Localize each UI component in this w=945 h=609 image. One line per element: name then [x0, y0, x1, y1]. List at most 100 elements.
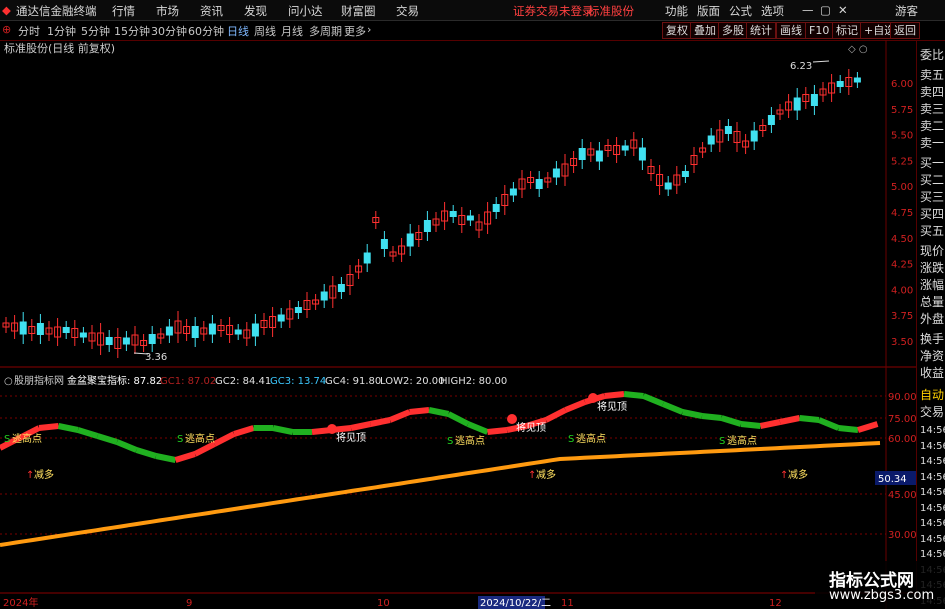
menu-wealth[interactable]: 财富圈: [341, 3, 376, 19]
side-item-outer[interactable]: 外盘: [920, 310, 944, 327]
high-pointer: [812, 60, 830, 63]
indicator-gc4: GC4: 91.80: [325, 376, 381, 387]
draw-button[interactable]: 画线: [776, 22, 806, 39]
indicator-gc3: GC3: 13.74: [270, 376, 326, 387]
side-item-earnings[interactable]: 收益: [920, 364, 944, 381]
side-item-sell5[interactable]: 卖五: [920, 66, 944, 83]
side-trade-time: 14:56: [920, 518, 945, 529]
indicator-signal-segment: [681, 409, 703, 419]
toolbar-left-icon[interactable]: ⊕: [2, 23, 11, 36]
candle-body: [105, 337, 113, 345]
indicator-axis-label: 45.00: [888, 490, 916, 501]
back-button[interactable]: 返回: [890, 22, 920, 39]
price-label: 3.50: [891, 337, 913, 348]
side-item-buy3[interactable]: 买三: [920, 188, 944, 205]
side-trade-time: 14:56: [920, 425, 945, 436]
side-item-buy1[interactable]: 买一: [920, 154, 944, 171]
stats-button[interactable]: 统计: [746, 22, 776, 39]
candle-body: [681, 171, 689, 177]
side-trade-time: 14:56: [920, 502, 945, 514]
guest-label[interactable]: 游客: [895, 3, 918, 19]
close-icon[interactable]: ✕: [838, 3, 848, 17]
side-item-volume[interactable]: 总量: [920, 293, 944, 310]
restore-icon[interactable]: ▢: [820, 3, 831, 17]
menu-markets[interactable]: 市场: [156, 3, 179, 19]
menu-market[interactable]: 行情: [112, 3, 135, 19]
indicator-signal-segment: [272, 425, 294, 435]
indicator-signal-segment: [155, 453, 177, 463]
date-label-10: 10: [377, 598, 390, 609]
menu-options[interactable]: 选项: [761, 3, 784, 19]
side-trade-tab[interactable]: 交易: [920, 403, 944, 420]
menu-news[interactable]: 资讯: [200, 3, 223, 19]
indicator-gc2: GC2: 84.41: [215, 376, 271, 387]
tab-60min[interactable]: 60分钟: [188, 23, 224, 39]
period-toolbar: ⊕ 分时 1分钟 5分钟 15分钟 30分钟 60分钟 日线 周线 月线 多周期…: [0, 21, 945, 41]
app-logo-icon: ◆: [2, 3, 11, 17]
tab-more[interactable]: 更多: [344, 23, 366, 39]
mark-button[interactable]: 标记: [832, 22, 862, 39]
chevron-right-icon[interactable]: ›: [367, 23, 371, 36]
tab-weekly[interactable]: 周线: [254, 23, 276, 39]
escape-s-icon: S: [568, 434, 574, 445]
indicator-signal-segment: [604, 391, 625, 399]
chart-area[interactable]: 标准股份(日线 前复权) ◇ ○ 6.00 5.75 5.50 5.25 5.00 4.7…: [0, 40, 916, 609]
candle-body: [337, 284, 345, 292]
indicator-signal-segment: [38, 423, 59, 431]
side-item-turnover[interactable]: 换手: [920, 330, 944, 347]
minimize-icon[interactable]: —: [802, 3, 814, 17]
menu-ask[interactable]: 问小达: [288, 3, 323, 19]
f10-button[interactable]: F10: [805, 22, 834, 39]
side-item-price[interactable]: 现价: [920, 242, 944, 259]
candle-body: [578, 148, 586, 160]
side-item-buy4[interactable]: 买四: [920, 205, 944, 222]
menu-formula[interactable]: 公式: [729, 3, 752, 19]
menu-trade[interactable]: 交易: [396, 3, 419, 19]
side-item-net-assets[interactable]: 净资: [920, 347, 944, 364]
tab-multi-period[interactable]: 多周期: [309, 23, 342, 39]
tab-30min[interactable]: 30分钟: [151, 23, 187, 39]
side-item-sell2[interactable]: 卖二: [920, 117, 944, 134]
candle-body: [707, 135, 715, 145]
date-label-12: 12: [769, 598, 782, 609]
tab-daily[interactable]: 日线: [227, 23, 249, 39]
side-item-sell1[interactable]: 卖一: [920, 134, 944, 151]
side-trade-time: 14:56: [920, 533, 945, 545]
price-label: 4.75: [891, 208, 913, 219]
tab-1min[interactable]: 1分钟: [47, 23, 76, 39]
indicator-signal-segment: [193, 441, 216, 457]
side-item-sell4[interactable]: 卖四: [920, 83, 944, 100]
tab-monthly[interactable]: 月线: [281, 23, 303, 39]
side-item-pct[interactable]: 涨幅: [920, 276, 944, 293]
side-item-ratio[interactable]: 委比: [920, 46, 944, 63]
login-status[interactable]: 证券交易未登录: [513, 3, 594, 19]
side-item-buy5[interactable]: 买五: [920, 222, 944, 239]
indicator-signal-segment: [817, 417, 840, 431]
expand-icon[interactable]: ◇ ○: [848, 44, 868, 55]
signal-label: 逃高点: [576, 432, 606, 445]
price-label: 4.50: [891, 234, 913, 245]
candle-body: [423, 220, 431, 232]
indicator-signal-segment: [57, 423, 79, 433]
tab-5min[interactable]: 5分钟: [81, 23, 110, 39]
side-item-sell3[interactable]: 卖三: [920, 100, 944, 117]
tab-15min[interactable]: 15分钟: [114, 23, 150, 39]
price-label: 3.75: [891, 311, 913, 322]
side-auto-tab[interactable]: 自动: [920, 386, 944, 403]
overlay-button[interactable]: 叠加: [690, 22, 720, 39]
indicator-signal-segment: [701, 413, 722, 421]
watermark-url: www.zbgs3.com: [829, 588, 935, 603]
side-item-buy2[interactable]: 买二: [920, 171, 944, 188]
side-item-change[interactable]: 涨跌: [920, 259, 944, 276]
candle-body: [492, 204, 500, 212]
indicator-marker-icon: ○: [4, 376, 13, 387]
menu-layout[interactable]: 版面: [697, 3, 720, 19]
menu-function[interactable]: 功能: [665, 3, 688, 19]
indicator-signal-segment: [174, 451, 196, 463]
menu-discover[interactable]: 发现: [244, 3, 267, 19]
tab-intraday[interactable]: 分时: [18, 23, 40, 39]
multi-stock-button[interactable]: 多股: [718, 22, 748, 39]
indicator-name: 金盆聚宝指标: 87.82: [67, 374, 162, 387]
adjust-button[interactable]: 复权: [662, 22, 692, 39]
side-quote-panel: 委比 卖五 卖四 卖三 卖二 卖一 买一 买二 买三 买四 买五 现价 涨跌 涨…: [916, 41, 945, 607]
